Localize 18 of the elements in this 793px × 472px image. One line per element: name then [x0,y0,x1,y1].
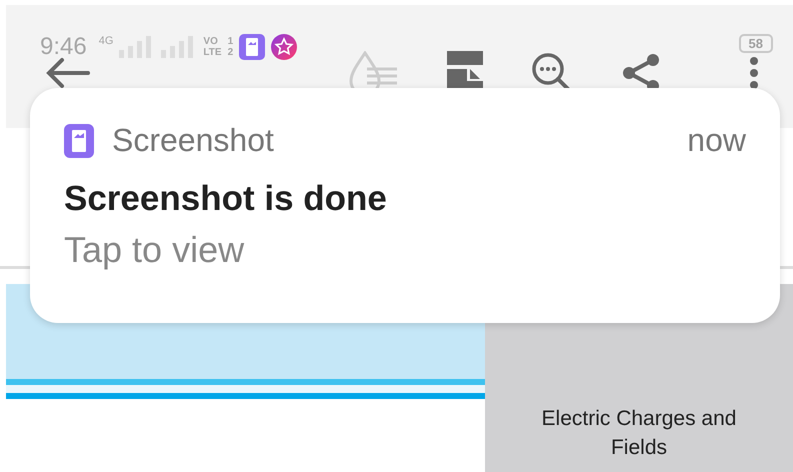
chapter-title: Electric Charges and Fields [541,406,737,461]
sim-number: 2 [228,47,234,58]
star-app-icon [271,34,298,60]
battery-level: 58 [738,34,773,52]
notification-card[interactable]: Screenshot now Screenshot is done Tap to view [30,88,780,323]
screenshot-app-icon [64,124,94,158]
volte-label: LTE [203,47,222,58]
notification-app-name: Screenshot [112,122,274,159]
status-time: 9:46 [40,33,87,61]
screenshot-app-icon [239,34,266,60]
sim-number: 1 [228,36,234,47]
more-icon[interactable] [749,56,759,90]
volte-label: VO [203,36,219,47]
notification-title: Screenshot is done [64,179,388,219]
network-type: 4G [98,35,114,47]
notification-time: now [687,122,746,159]
notification-text: Tap to view [64,229,246,271]
back-icon[interactable] [46,57,90,89]
